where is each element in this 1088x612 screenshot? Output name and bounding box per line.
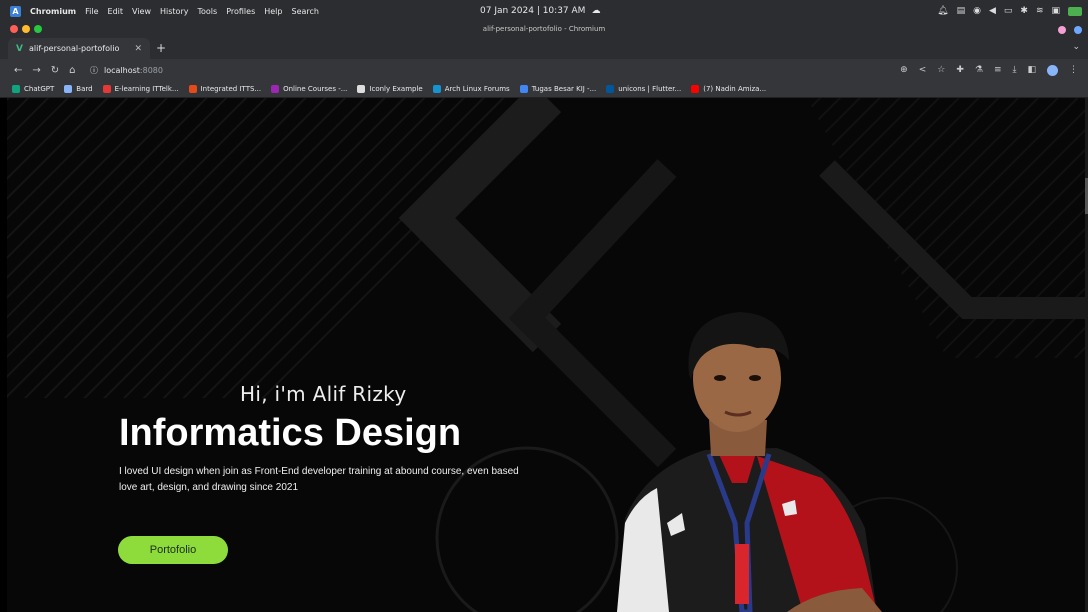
browser-title-bar: alif-personal-portofolio - Chromium bbox=[0, 22, 1088, 38]
side-panel-icon[interactable]: ◧ bbox=[1027, 65, 1036, 75]
profile-avatar[interactable] bbox=[1047, 64, 1058, 76]
flutter-icon bbox=[606, 85, 615, 93]
download-icon[interactable]: ⤓ bbox=[1013, 65, 1017, 75]
hero-title: Informatics Design bbox=[119, 412, 462, 454]
bookmark-item[interactable]: (7) Nadin Amiza... bbox=[691, 85, 766, 93]
bookmark-label: Tugas Besar KIJ -... bbox=[531, 85, 597, 93]
notification-icon[interactable]: 🔔︎ bbox=[937, 6, 948, 16]
nav-buttons: ← → ↻ ⌂ bbox=[0, 65, 76, 76]
toolbar-actions: ⊕ < ☆ ✚ ⚗ ≡ ⤓ ◧ ⋮ bbox=[900, 59, 1078, 81]
bookmark-item[interactable]: Tugas Besar KIJ -... bbox=[519, 85, 597, 93]
youtube-icon bbox=[691, 85, 700, 93]
extensions-icon[interactable]: ✚ bbox=[956, 65, 964, 75]
back-icon[interactable]: ← bbox=[14, 65, 22, 76]
url-port: :8080 bbox=[139, 65, 163, 75]
indicator-pink-icon bbox=[1058, 26, 1066, 34]
reload-icon[interactable]: ↻ bbox=[51, 65, 59, 76]
menu-search[interactable]: Search bbox=[291, 7, 318, 16]
bookmark-item[interactable]: Bard bbox=[64, 85, 93, 93]
weather-icon: ☁ bbox=[591, 6, 601, 16]
menu-profiles[interactable]: Profiles bbox=[226, 7, 255, 16]
hero-greeting: Hi, i'm Alif Rizky bbox=[240, 382, 407, 406]
elearning-icon bbox=[102, 85, 111, 93]
bookmark-label: Arch Linux Forums bbox=[444, 85, 510, 93]
online-courses-icon bbox=[271, 85, 280, 93]
menu-tools[interactable]: Tools bbox=[197, 7, 217, 16]
media-icon[interactable]: ◉ bbox=[973, 6, 981, 16]
zoom-icon[interactable]: ⊕ bbox=[900, 65, 908, 75]
tab-strip: V alif-personal-portofolio ✕ + ⌄ bbox=[0, 38, 1088, 59]
bookmark-item[interactable]: unicons | Flutter... bbox=[606, 85, 681, 93]
close-tab-icon[interactable]: ✕ bbox=[134, 44, 142, 54]
bookmark-item[interactable]: ChatGPT bbox=[12, 85, 54, 93]
iconly-icon bbox=[357, 85, 366, 93]
site-info-icon[interactable]: ⓘ bbox=[90, 65, 98, 76]
bookmark-label: unicons | Flutter... bbox=[618, 85, 682, 93]
volume-icon[interactable]: ◀ bbox=[989, 6, 996, 16]
tab-label: alif-personal-portofolio bbox=[28, 44, 120, 53]
forward-icon[interactable]: → bbox=[32, 65, 40, 76]
app-launcher-icon[interactable]: A bbox=[10, 5, 21, 17]
hero-description: I loved UI design when join as Front-End… bbox=[119, 466, 519, 493]
indicator-blue-icon bbox=[1074, 26, 1082, 34]
share-icon[interactable]: < bbox=[919, 65, 927, 75]
bookmark-label: E-learning ITTelk... bbox=[114, 85, 179, 93]
browser-toolbar: ← → ↻ ⌂ ⓘ localhost:8080 ⊕ < ☆ ✚ ⚗ ≡ ⤓ ◧… bbox=[0, 59, 1088, 81]
address-bar[interactable]: ⓘ localhost:8080 bbox=[90, 62, 890, 78]
bookmark-item[interactable]: Online Courses -... bbox=[271, 85, 347, 93]
bookmark-label: Bard bbox=[76, 85, 93, 93]
bookmark-star-icon[interactable]: ☆ bbox=[937, 65, 945, 75]
bookmark-label: Integrated ITTS... bbox=[200, 85, 262, 93]
arch-linux-icon bbox=[432, 85, 441, 93]
chatgpt-icon bbox=[12, 85, 20, 93]
bard-icon bbox=[64, 85, 73, 93]
os-top-bar: A Chromium File Edit View History Tools … bbox=[0, 0, 1088, 22]
display-icon[interactable]: ▭ bbox=[1004, 6, 1013, 16]
vue-logo-icon: V bbox=[16, 43, 23, 54]
google-docs-icon bbox=[519, 85, 528, 93]
reading-list-icon[interactable]: ≡ bbox=[994, 65, 1002, 75]
new-tab-button[interactable]: + bbox=[156, 41, 166, 55]
bookmarks-bar: ChatGPT Bard E-learning ITTelk... Integr… bbox=[0, 81, 1088, 98]
menu-file[interactable]: File bbox=[85, 7, 98, 16]
bookmark-item[interactable]: Arch Linux Forums bbox=[432, 85, 510, 93]
bookmark-item[interactable]: E-learning ITTelk... bbox=[102, 85, 179, 93]
tab-portfolio[interactable]: V alif-personal-portofolio ✕ bbox=[8, 38, 150, 59]
bookmark-label: ChatGPT bbox=[24, 85, 55, 93]
portfolio-page: Hi, i'm Alif Rizky Informatics Design I … bbox=[7, 98, 1087, 612]
menu-help[interactable]: Help bbox=[264, 7, 282, 16]
bluetooth-icon[interactable]: ✱ bbox=[1020, 6, 1028, 16]
portfolio-button[interactable]: Portofolio bbox=[118, 536, 228, 564]
title-right-indicators bbox=[1058, 26, 1082, 34]
clipboard-icon[interactable]: ▤ bbox=[957, 6, 966, 16]
profile-photo bbox=[617, 312, 882, 612]
menu-edit[interactable]: Edit bbox=[108, 7, 124, 16]
tab-search-chevron-icon[interactable]: ⌄ bbox=[1072, 42, 1080, 52]
menu-view[interactable]: View bbox=[132, 7, 151, 16]
battery-icon[interactable] bbox=[1068, 6, 1082, 16]
url-host: localhost bbox=[104, 65, 140, 75]
bookmark-item[interactable]: Integrated ITTS... bbox=[188, 85, 262, 93]
storage-icon[interactable]: ▣ bbox=[1051, 6, 1060, 16]
background-pattern bbox=[7, 98, 1087, 612]
system-tray: 🔔︎ ▤ ◉ ◀ ▭ ✱ ≋ ▣ bbox=[937, 0, 1082, 22]
bookmark-label: Iconly Example bbox=[369, 85, 423, 93]
lab-icon[interactable]: ⚗ bbox=[975, 65, 983, 75]
bookmark-label: Online Courses -... bbox=[283, 85, 348, 93]
home-icon[interactable]: ⌂ bbox=[69, 65, 75, 76]
window-title: alif-personal-portofolio - Chromium bbox=[482, 25, 606, 33]
bookmark-label: (7) Nadin Amiza... bbox=[703, 85, 767, 93]
menu-history[interactable]: History bbox=[160, 7, 188, 16]
integrated-icon bbox=[188, 85, 197, 93]
os-app-name[interactable]: Chromium bbox=[30, 7, 76, 16]
menu-kebab-icon[interactable]: ⋮ bbox=[1069, 65, 1078, 75]
clock-text: 07 Jan 2024 | 10:37 AM bbox=[480, 6, 586, 16]
wifi-icon[interactable]: ≋ bbox=[1036, 6, 1044, 16]
bookmark-item[interactable]: Iconly Example bbox=[357, 85, 423, 93]
os-clock[interactable]: 07 Jan 2024 | 10:37 AM ☁ bbox=[480, 0, 600, 22]
